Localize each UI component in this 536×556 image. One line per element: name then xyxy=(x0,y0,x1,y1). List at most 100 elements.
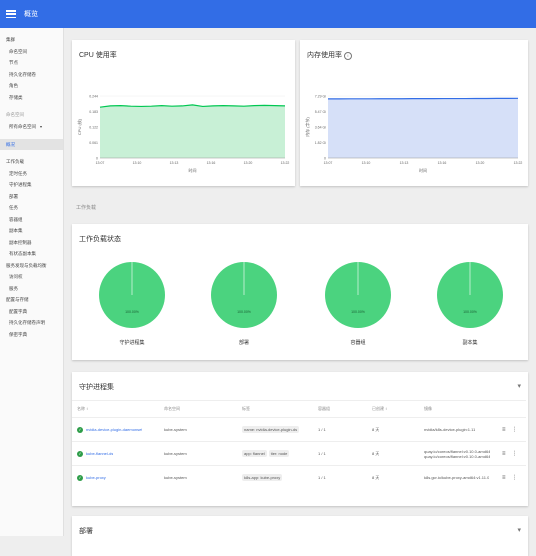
sidebar-item-config-2[interactable]: 保密字典 xyxy=(0,329,63,341)
pods-cell: 1 / 1 xyxy=(318,466,326,489)
sidebar-item-cluster-3[interactable]: 角色 xyxy=(0,80,63,92)
images-cell: quay.io/coreos/flannel:v0.10.0-amd64quay… xyxy=(424,442,490,465)
memory-usage-chart: 7.29 Gi5.47 Gi3.64 Gi1.82 Gi013:0713:101… xyxy=(300,40,528,186)
sidebar-section-config[interactable]: 配置与存储 xyxy=(0,294,63,306)
cpu-chart-y-tick-label: 0.122 xyxy=(89,126,98,130)
logs-icon[interactable]: ≡ xyxy=(502,427,506,433)
sidebar-item-config-0[interactable]: 配置字典 xyxy=(0,306,63,318)
table-row: ✓nvidia-device-plugin-daemonsetkube-syst… xyxy=(72,417,526,441)
sidebar-item-workload-2[interactable]: 部署 xyxy=(0,191,63,203)
namespace-select-value: 所有命名空间 xyxy=(9,124,36,129)
table-row: ✓kube-proxy kube-system k8s-app: kube-prox… xyxy=(72,465,526,489)
image-text: k8s.gcr.io/kube-proxy-amd64:v1.11.0 xyxy=(424,475,489,480)
labels-cell: k8s-app: kube-proxy xyxy=(242,466,284,489)
memory-chart-y-tick-label: 5.47 Gi xyxy=(315,110,327,114)
sidebar-item-workload-0[interactable]: 定时任务 xyxy=(0,168,63,180)
daemonset-link[interactable]: kube-flannel-ds xyxy=(86,451,113,456)
daemonset-link[interactable]: kube-proxy xyxy=(86,475,106,480)
cpu-chart-x-tick-label: 13:22 xyxy=(281,161,290,165)
memory-chart-y-tick-label: 1.82 Gi xyxy=(315,141,327,145)
sidebar: 集群 命名空间节点持久化存储卷角色存储类 命名空间 所有命名空间▾ 概况 工作负… xyxy=(0,28,64,536)
created-cell: 8 天 xyxy=(372,466,379,489)
daemonsets-table: 名称 ↕命名空间标签容器组已创建 ↕镜像✓nvidia-device-plugi… xyxy=(72,400,526,489)
cpu-chart-x-tick-label: 13:07 xyxy=(96,161,105,165)
cpu-chart-x-tick-label: 13:10 xyxy=(133,161,142,165)
cpu-usage-chart: 0.2440.1830.1220.061013:0713:1013:1313:1… xyxy=(72,40,295,186)
cpu-chart-y-tick-label: 0.183 xyxy=(89,110,98,114)
page-title: 概览 xyxy=(24,9,38,19)
cpu-chart-x-axis-label: 时间 xyxy=(189,167,197,173)
sidebar-item-cluster-2[interactable]: 持久化存储卷 xyxy=(0,69,63,81)
sidebar-item-workload-5[interactable]: 副本集 xyxy=(0,225,63,237)
sidebar-item-discovery-0[interactable]: 访问权 xyxy=(0,271,63,283)
top-bar: 概览 xyxy=(0,0,536,28)
sidebar-item-workload-3[interactable]: 任务 xyxy=(0,202,63,214)
created-cell: 8 天 xyxy=(372,418,379,441)
pods-cell: 1 / 1 xyxy=(318,442,326,465)
daemonset-link[interactable]: nvidia-device-plugin-daemonset xyxy=(86,427,142,432)
sidebar-section-cluster[interactable]: 集群 xyxy=(0,34,63,46)
memory-chart-x-tick-label: 13:10 xyxy=(362,161,371,165)
deployments-title: 部署 xyxy=(79,526,93,536)
sidebar-section-workloads[interactable]: 工作负载 xyxy=(0,156,63,168)
memory-chart-y-tick-label: 7.29 Gi xyxy=(315,95,327,99)
donut-value-label: 100.00% xyxy=(351,310,365,314)
name-cell: ✓kube-proxy xyxy=(77,466,106,489)
donut-label: 容器组 xyxy=(328,339,388,346)
cpu-chart-y-axis-label: CPU (核) xyxy=(76,118,82,135)
sidebar-item-overview[interactable]: 概况 xyxy=(0,139,63,151)
sidebar-item-workload-1[interactable]: 守护进程集 xyxy=(0,179,63,191)
sidebar-item-cluster-0[interactable]: 命名空间 xyxy=(0,46,63,58)
workload-status-card: 工作负载状态 100.00%100.00%100.00%100.00% 守护进程… xyxy=(72,224,528,360)
menu-icon[interactable] xyxy=(6,10,16,18)
donut-label: 守护进程集 xyxy=(102,339,162,346)
column-header[interactable]: 已创建 ↕ xyxy=(372,401,387,417)
daemonsets-card: 守护进程集 ▾ 名称 ↕命名空间标签容器组已创建 ↕镜像✓nvidia-devi… xyxy=(72,372,528,506)
sidebar-section-discovery[interactable]: 服务发现与负载均衡 xyxy=(0,260,63,272)
donut-label: 副本集 xyxy=(440,339,500,346)
cpu-chart-x-tick-label: 13:20 xyxy=(244,161,253,165)
memory-chart-x-tick-label: 13:16 xyxy=(438,161,447,165)
image-text: nvidia/k8s-device-plugin:1.11 xyxy=(424,427,475,432)
labels-cell: app: flanneltier: node xyxy=(242,442,291,465)
created-cell: 8 天 xyxy=(372,442,379,465)
donut-value-label: 100.00% xyxy=(237,310,251,314)
logs-icon[interactable]: ≡ xyxy=(502,475,506,481)
namespace-cell: kube-system xyxy=(164,418,187,441)
cpu-chart-x-tick-label: 13:13 xyxy=(170,161,179,165)
logs-icon[interactable]: ≡ xyxy=(502,451,506,457)
column-header: 容器组 xyxy=(318,401,330,417)
memory-chart-x-tick-label: 13:07 xyxy=(324,161,333,165)
filter-icon[interactable]: ▾ xyxy=(517,526,521,534)
more-vert-icon[interactable]: ⋮ xyxy=(512,426,518,433)
memory-chart-x-axis-label: 时间 xyxy=(419,167,427,173)
namespace-select[interactable]: 所有命名空间 ▾ xyxy=(0,121,63,133)
column-header[interactable]: 名称 ↕ xyxy=(77,401,88,417)
sidebar-namespace-label: 命名空间 xyxy=(0,109,63,121)
workloads-section-label: 工作负载 xyxy=(76,204,96,211)
sidebar-item-workload-7[interactable]: 有状态副本集 xyxy=(0,248,63,260)
sidebar-item-config-1[interactable]: 持久化存储卷声明 xyxy=(0,317,63,329)
namespace-cell: kube-system xyxy=(164,442,187,465)
label-chip: tier: node xyxy=(269,450,290,457)
memory-usage-card: 内存使用率 i 7.29 Gi5.47 Gi3.64 Gi1.82 Gi013:… xyxy=(300,40,528,186)
more-vert-icon[interactable]: ⋮ xyxy=(512,474,518,481)
more-vert-icon[interactable]: ⋮ xyxy=(512,450,518,457)
cpu-chart-y-tick-label: 0.244 xyxy=(89,95,98,99)
sidebar-item-cluster-1[interactable]: 节点 xyxy=(0,57,63,69)
sidebar-item-discovery-1[interactable]: 服务 xyxy=(0,283,63,295)
name-cell: ✓kube-flannel-ds xyxy=(77,442,113,465)
memory-chart-y-axis-label: 内存 (字节) xyxy=(304,116,310,136)
filter-icon[interactable]: ▾ xyxy=(517,382,521,390)
deployments-card: 部署 ▾ xyxy=(72,516,528,556)
chevron-down-icon: ▾ xyxy=(40,124,42,129)
namespace-cell: kube-system xyxy=(164,466,187,489)
sidebar-item-workload-4[interactable]: 容器组 xyxy=(0,214,63,226)
sidebar-item-cluster-4[interactable]: 存储类 xyxy=(0,92,63,104)
pods-cell: 1 / 1 xyxy=(318,418,326,441)
table-header: 名称 ↕命名空间标签容器组已创建 ↕镜像 xyxy=(72,400,526,417)
sidebar-item-workload-6[interactable]: 副本控制器 xyxy=(0,237,63,249)
memory-chart-x-tick-label: 13:13 xyxy=(400,161,409,165)
column-header: 标签 xyxy=(242,401,250,417)
label-chip: k8s-app: kube-proxy xyxy=(242,474,282,481)
